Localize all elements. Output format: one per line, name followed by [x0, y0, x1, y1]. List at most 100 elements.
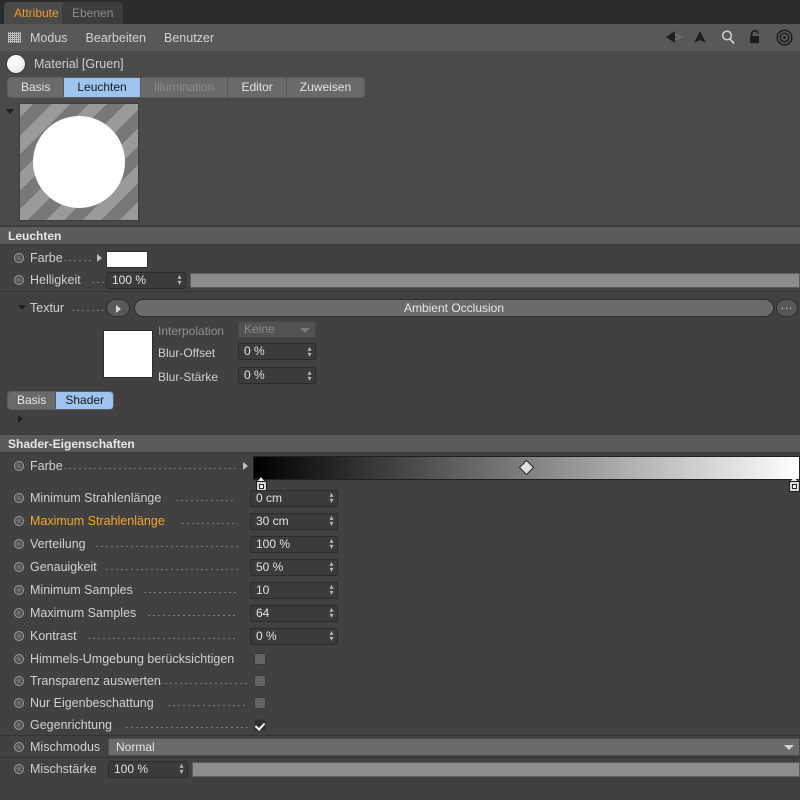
menu-modus[interactable]: Modus: [30, 31, 68, 45]
blur-staerke-label: Blur-Stärke: [158, 370, 219, 384]
maximum-strahlenlaenge-input[interactable]: 30 cm: [250, 513, 338, 530]
textur-channel-button[interactable]: [106, 299, 130, 317]
window-tab-ebenen[interactable]: Ebenen: [62, 2, 124, 24]
nur-eigenbeschattung-radio[interactable]: [14, 698, 24, 708]
mischmodus-radio[interactable]: [14, 742, 24, 752]
row-gegenrichtung: Gegenrichtung: [0, 715, 800, 735]
material-preview[interactable]: [20, 104, 138, 220]
grid-icon[interactable]: [8, 32, 21, 43]
blur-staerke-stepper[interactable]: ▴ ▾: [306, 369, 313, 383]
minimum-samples-input[interactable]: 10: [250, 582, 338, 599]
minimum-strahlenlaenge-radio[interactable]: [14, 493, 24, 503]
farbe-expand-icon[interactable]: [97, 254, 102, 262]
textur-browse-button[interactable]: ...: [776, 299, 798, 317]
helligkeit-stepper[interactable]: ▴ ▾: [176, 273, 183, 287]
helligkeit-radio[interactable]: [14, 275, 24, 285]
preview-disclosure-icon[interactable]: [6, 109, 14, 114]
minimum-strahlenlaenge-input[interactable]: 0 cm: [250, 490, 338, 507]
mischstaerke-radio[interactable]: [14, 764, 24, 774]
textur-preview-swatch[interactable]: [103, 330, 153, 378]
material-preview-zone: [0, 99, 800, 225]
target-icon[interactable]: [776, 28, 794, 47]
up-arrow-icon[interactable]: [692, 29, 710, 47]
tab-editor[interactable]: Editor: [228, 78, 287, 97]
maximum-samples-input[interactable]: 64: [250, 605, 338, 622]
genauigkeit-radio[interactable]: [14, 562, 24, 572]
tab-basis[interactable]: Basis: [8, 78, 65, 97]
textur-label: Textur: [30, 301, 65, 315]
himmels-umgebung-label: Himmels-Umgebung berücksichtigen: [30, 652, 235, 666]
lock-icon[interactable]: [748, 29, 766, 47]
mischmodus-dropdown[interactable]: Normal: [108, 738, 800, 756]
maximum-samples-stepper[interactable]: ▴ ▾: [328, 606, 335, 620]
kontrast-stepper[interactable]: ▴ ▾: [328, 629, 335, 643]
nur-eigenbeschattung-checkbox[interactable]: [254, 697, 266, 709]
gegenrichtung-checkbox[interactable]: [254, 719, 266, 731]
farbe-color-swatch[interactable]: [106, 251, 148, 268]
mischstaerke-input[interactable]: 100 %: [108, 761, 188, 778]
row-textur: Textur Ambient Occlusion ...: [0, 298, 800, 318]
sub-tab-basis[interactable]: Basis: [8, 392, 57, 409]
minimum-strahlenlaenge-stepper[interactable]: ▴ ▾: [328, 491, 335, 505]
helligkeit-slider[interactable]: [190, 273, 800, 288]
verteilung-input[interactable]: 100 %: [250, 536, 338, 553]
maximum-strahlenlaenge-stepper[interactable]: ▴ ▾: [328, 514, 335, 528]
shader-farbe-expand-icon[interactable]: [243, 462, 248, 470]
maximum-strahlenlaenge-radio[interactable]: [14, 516, 24, 526]
dot-leader: [72, 310, 104, 311]
back-arrow-icon[interactable]: [664, 29, 683, 47]
kontrast-input[interactable]: 0 %: [250, 628, 338, 645]
verteilung-radio[interactable]: [14, 539, 24, 549]
window-tab-strip: Attribute Ebenen: [0, 0, 800, 24]
verteilung-stepper[interactable]: ▴ ▾: [328, 537, 335, 551]
tab-zuweisen[interactable]: Zuweisen: [286, 78, 365, 97]
mischmodus-value: Normal: [116, 740, 155, 754]
row-mischmodus: Mischmodus Normal: [0, 737, 800, 757]
mischmodus-label: Mischmodus: [30, 740, 101, 754]
menu-benutzer[interactable]: Benutzer: [164, 31, 214, 45]
interpolation-value: Keine: [244, 322, 275, 336]
maximum-samples-radio[interactable]: [14, 608, 24, 618]
mischstaerke-slider[interactable]: [192, 762, 800, 777]
row-minimum-strahlenlaenge: Minimum Strahlenlänge 0 cm ▴ ▾: [0, 488, 800, 508]
transparenz-auswerten-radio[interactable]: [14, 676, 24, 686]
row-himmels-umgebung: Himmels-Umgebung berücksichtigen: [0, 649, 800, 669]
tab-illumination[interactable]: Illumination: [140, 78, 229, 97]
farbe-radio[interactable]: [14, 253, 24, 263]
row-maximum-strahlenlaenge: Maximum Strahlenlänge 30 cm ▴ ▾: [0, 511, 800, 531]
menu-bearbeiten[interactable]: Bearbeiten: [86, 31, 146, 45]
shader-farbe-radio[interactable]: [14, 461, 24, 471]
mischstaerke-stepper[interactable]: ▴ ▾: [178, 762, 185, 776]
dot-leader: [176, 500, 236, 501]
preview-sphere: [33, 116, 125, 208]
gegenrichtung-radio[interactable]: [14, 720, 24, 730]
blur-offset-stepper[interactable]: ▴ ▾: [306, 345, 313, 359]
row-nur-eigenbeschattung: Nur Eigenbeschattung: [0, 693, 800, 713]
blur-staerke-input[interactable]: 0 %: [238, 367, 316, 384]
material-tab-bar: Basis Leuchten Illumination Editor Zuwei…: [0, 77, 800, 99]
genauigkeit-input[interactable]: 50 %: [250, 559, 338, 576]
divider: [0, 291, 800, 292]
kontrast-radio[interactable]: [14, 631, 24, 641]
blur-offset-input[interactable]: 0 %: [238, 343, 316, 360]
color-gradient-editor[interactable]: [253, 456, 800, 492]
textur-disclosure-icon[interactable]: [18, 305, 26, 310]
search-icon[interactable]: [720, 29, 738, 47]
material-sphere-icon[interactable]: [7, 55, 25, 73]
tab-leuchten[interactable]: Leuchten: [64, 78, 141, 97]
transparenz-auswerten-checkbox[interactable]: [254, 675, 266, 687]
textur-name-field[interactable]: Ambient Occlusion: [134, 299, 774, 317]
shader-expand-icon[interactable]: [18, 415, 23, 423]
dot-leader: [64, 260, 92, 261]
dot-leader: [64, 468, 239, 469]
dot-leader: [96, 546, 238, 547]
minimum-samples-stepper[interactable]: ▴ ▾: [328, 583, 335, 597]
himmels-umgebung-checkbox[interactable]: [254, 653, 266, 665]
genauigkeit-stepper[interactable]: ▴ ▾: [328, 560, 335, 574]
window-tab-attribute[interactable]: Attribute: [4, 2, 69, 24]
himmels-umgebung-radio[interactable]: [14, 654, 24, 664]
helligkeit-label: Helligkeit: [30, 273, 81, 287]
sub-tab-shader[interactable]: Shader: [56, 392, 114, 409]
helligkeit-input[interactable]: 100 %: [106, 272, 186, 289]
minimum-samples-radio[interactable]: [14, 585, 24, 595]
